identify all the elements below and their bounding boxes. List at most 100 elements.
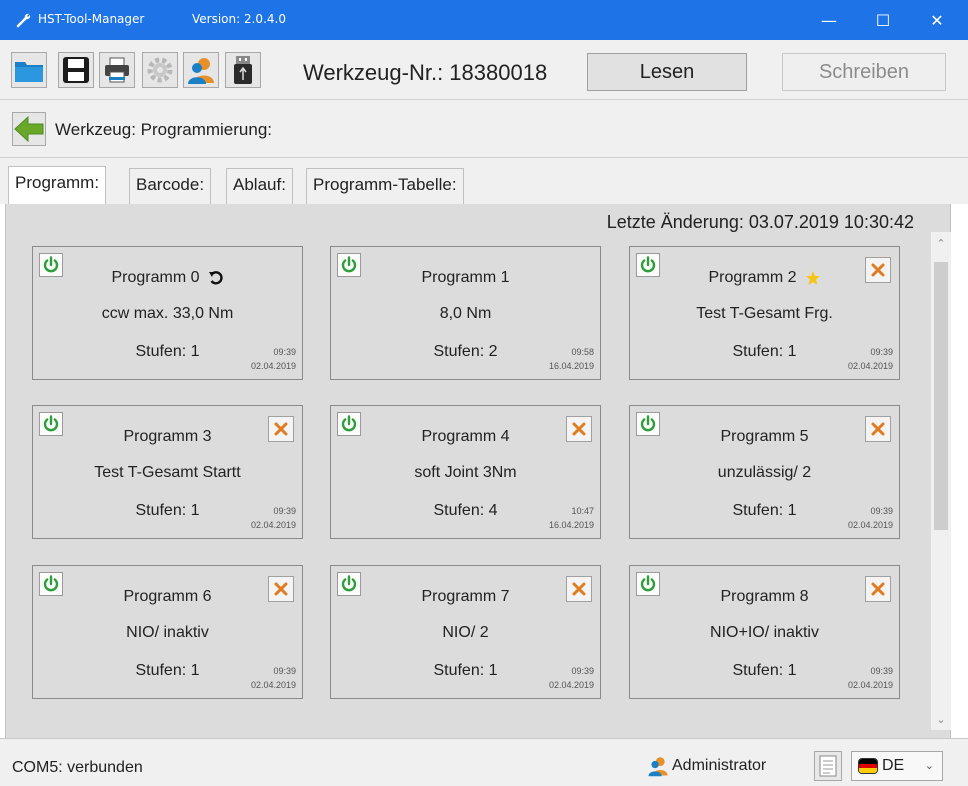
title-bar: HST-Tool-Manager Version: 2.0.4.0 — ☐ ✕ <box>0 0 968 40</box>
program-description: ccw max. 33,0 Nm <box>101 305 234 322</box>
program-steps: Stufen: 1 <box>135 343 200 360</box>
connection-status: COM5: verbunden <box>12 759 143 776</box>
program-card[interactable]: Programm 4 soft Joint 3Nm Stufen: 4 10:47 16… <box>330 405 601 539</box>
language-select[interactable]: DE ⌄ <box>851 751 943 781</box>
program-time: 09:39 <box>273 506 296 516</box>
program-time: 09:39 <box>870 666 893 676</box>
program-card[interactable]: Programm 5 unzulässig/ 2 Stufen: 1 09:39 02.… <box>629 405 900 539</box>
program-steps: Stufen: 1 <box>732 343 797 360</box>
program-description: NIO/ inaktiv <box>126 624 209 641</box>
minimize-button[interactable]: — <box>806 0 852 40</box>
close-icon: ✕ <box>930 10 944 30</box>
tab-barcode[interactable]: Barcode: <box>129 168 212 204</box>
printer-icon <box>105 57 129 83</box>
program-card[interactable]: Programm 7 NIO/ 2 Stufen: 1 09:39 02.04.2019 <box>330 565 601 699</box>
user-icon <box>648 757 668 777</box>
app-title: HST-Tool-Manager <box>38 12 145 26</box>
program-description: NIO/ 2 <box>442 624 489 641</box>
read-button[interactable]: Lesen <box>587 53 747 91</box>
app-version: Version: 2.0.4.0 <box>192 12 286 26</box>
program-card[interactable]: Programm 8 NIO+IO/ inaktiv Stufen: 1 09:39 0… <box>629 565 900 699</box>
program-title: Programm 6 <box>123 588 212 605</box>
rotate-ccw-icon <box>208 270 223 285</box>
program-description: unzulässig/ 2 <box>717 464 812 481</box>
program-steps: Stufen: 1 <box>433 662 498 679</box>
tab-programm[interactable]: Programm: <box>8 166 107 204</box>
usb-icon <box>234 56 252 84</box>
user-indicator: Administrator <box>646 755 766 777</box>
usb-button[interactable] <box>225 52 261 88</box>
wrench-icon <box>16 13 31 28</box>
program-card[interactable]: Programm 0 ccw max. 33,0 Nm Stufen: 1 09:39… <box>32 246 303 380</box>
save-icon <box>63 57 89 83</box>
folder-icon <box>15 62 43 82</box>
print-button[interactable] <box>99 52 135 88</box>
language-label: DE <box>882 757 905 774</box>
program-date: 16.04.2019 <box>548 520 594 530</box>
write-button[interactable]: Schreiben <box>782 53 946 91</box>
gear-icon <box>147 57 173 83</box>
breadcrumb: Werkzeug: Programmierung: <box>0 100 968 158</box>
program-time: 10:47 <box>571 506 594 516</box>
last-change: Letzte Änderung: 03.07.2019 10:30:42 <box>606 212 914 232</box>
save-button[interactable] <box>58 52 94 88</box>
program-date: 02.04.2019 <box>847 520 893 530</box>
program-steps: Stufen: 4 <box>433 502 498 519</box>
close-button[interactable]: ✕ <box>914 0 960 40</box>
program-time: 09:39 <box>870 506 893 516</box>
star-icon <box>805 270 820 285</box>
program-date: 02.04.2019 <box>548 680 594 690</box>
status-bar: COM5: verbunden Administrator DE ⌄ <box>0 738 968 786</box>
program-steps: Stufen: 1 <box>135 662 200 679</box>
program-card[interactable]: Programm 2 Test T-Gesamt Frg. Stufen: 1 09:… <box>629 246 900 380</box>
user-button[interactable] <box>183 52 219 88</box>
program-card[interactable]: Programm 3 Test T-Gesamt Startt Stufen: 1 0… <box>32 405 303 539</box>
program-date: 02.04.2019 <box>250 520 296 530</box>
program-steps: Stufen: 1 <box>732 662 797 679</box>
user-name: Administrator <box>672 757 767 774</box>
tool-number: Werkzeug-Nr.: 18380018 <box>303 60 548 85</box>
program-description: 8,0 Nm <box>439 305 492 322</box>
back-button[interactable] <box>12 112 46 146</box>
program-title: Programm 4 <box>421 428 510 445</box>
scroll-thumb[interactable] <box>934 262 948 530</box>
program-title: Programm 0 <box>33 269 302 287</box>
program-date: 16.04.2019 <box>548 361 594 371</box>
program-card[interactable]: Programm 1 8,0 Nm Stufen: 2 09:58 16.04.2019 <box>330 246 601 380</box>
tab-programm-tabelle[interactable]: Programm-Tabelle: <box>306 168 464 204</box>
scroll-down-icon[interactable]: ⌄ <box>931 710 951 728</box>
program-title: Programm 2 <box>630 269 899 287</box>
program-time: 09:39 <box>870 347 893 357</box>
program-time: 09:39 <box>571 666 594 676</box>
log-button[interactable] <box>814 751 842 781</box>
program-date: 02.04.2019 <box>250 680 296 690</box>
program-time: 09:58 <box>571 347 594 357</box>
program-title: Programm 8 <box>720 588 809 605</box>
back-arrow-icon <box>14 116 44 142</box>
open-button[interactable] <box>11 52 47 88</box>
program-date: 02.04.2019 <box>250 361 296 371</box>
chevron-down-icon: ⌄ <box>924 760 934 772</box>
scroll-up-icon[interactable]: ⌃ <box>931 234 951 252</box>
settings-button[interactable] <box>142 52 178 88</box>
program-time: 09:39 <box>273 347 296 357</box>
german-flag-icon <box>858 758 878 774</box>
program-description: NIO+IO/ inaktiv <box>710 624 819 641</box>
vertical-scrollbar[interactable]: ⌃ ⌄ <box>931 232 951 730</box>
program-title: Programm 5 <box>720 428 809 445</box>
program-date: 02.04.2019 <box>847 680 893 690</box>
maximize-button[interactable]: ☐ <box>860 0 906 40</box>
program-time: 09:39 <box>273 666 296 676</box>
program-steps: Stufen: 2 <box>433 343 498 360</box>
program-title: Programm 3 <box>123 428 212 445</box>
program-description: Test T-Gesamt Startt <box>94 464 241 481</box>
user-icon <box>188 58 214 84</box>
document-icon <box>819 755 837 777</box>
program-card[interactable]: Programm 6 NIO/ inaktiv Stufen: 1 09:39 02.0… <box>32 565 303 699</box>
tab-ablauf[interactable]: Ablauf: <box>226 168 293 204</box>
program-title: Programm 1 <box>421 269 510 286</box>
minimize-icon: — <box>821 10 837 30</box>
program-date: 02.04.2019 <box>847 361 893 371</box>
maximize-icon: ☐ <box>875 10 891 30</box>
program-steps: Stufen: 1 <box>732 502 797 519</box>
